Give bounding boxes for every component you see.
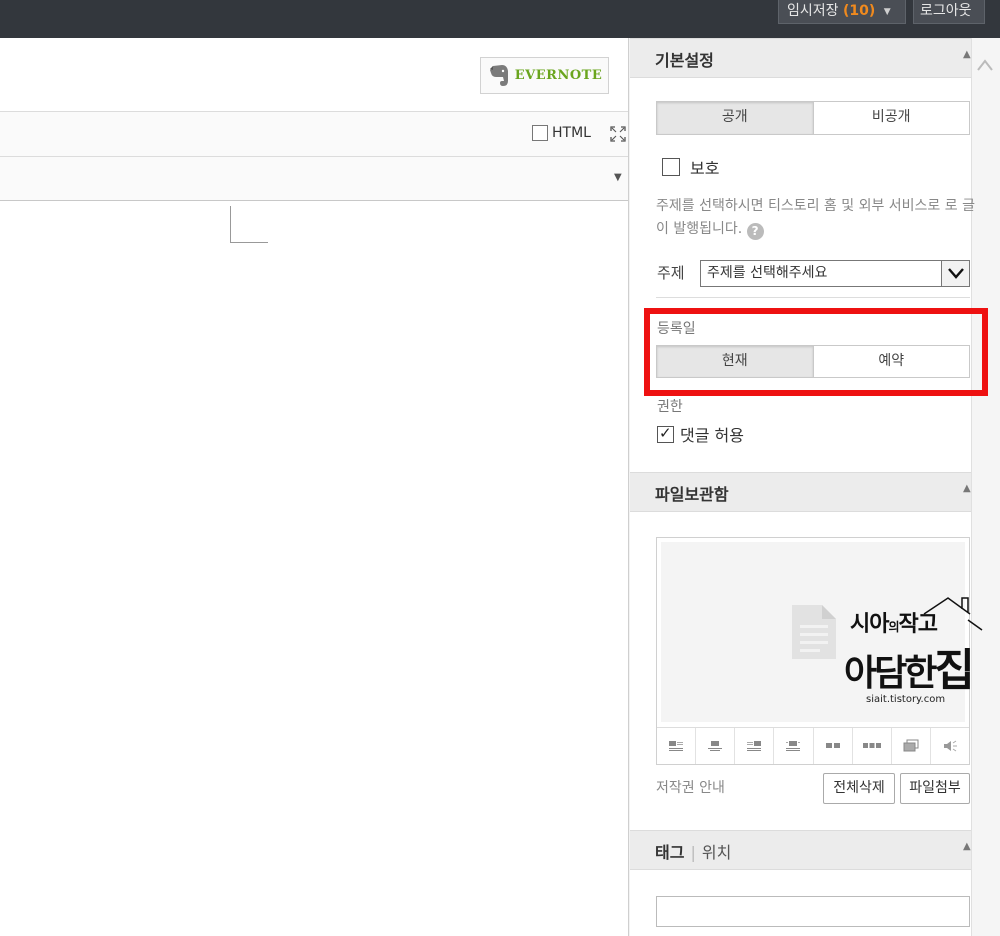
collapse-icon[interactable]: ▲	[963, 49, 971, 60]
audio-icon[interactable]	[931, 728, 969, 764]
protect-toggle[interactable]: 보호	[662, 155, 719, 179]
align-center-icon[interactable]	[696, 728, 736, 764]
evernote-elephant-icon	[489, 64, 508, 86]
watermark-text-b: 의	[888, 620, 899, 634]
align-left-icon[interactable]	[657, 728, 697, 764]
editor-text-cursor	[230, 206, 268, 243]
comment-allow-toggle[interactable]: 댓글 허용	[657, 422, 744, 446]
html-mode-checkbox[interactable]	[532, 125, 548, 141]
permission-label: 권한	[657, 399, 683, 415]
delete-all-button[interactable]: 전체삭제	[823, 773, 895, 804]
tab-location[interactable]: 위치	[702, 843, 731, 862]
editor-toolbar-format: HTML	[0, 112, 628, 157]
editor-toolbar-top: EVERNOTE	[0, 38, 628, 112]
collapse-icon[interactable]: ▲	[963, 483, 971, 494]
file-storage-header[interactable]: 파일보관함 ▲	[630, 472, 971, 512]
html-mode-label: HTML	[552, 125, 591, 141]
temp-save-label: 임시저장	[787, 3, 839, 19]
subject-select-value: 주제를 선택해주세요	[707, 265, 828, 281]
temp-save-count: (10)	[842, 3, 876, 19]
tag-input[interactable]	[656, 896, 970, 927]
settings-divider	[656, 297, 970, 298]
document-icon	[792, 605, 836, 659]
subject-description-text: 주제를 선택하시면 티스토리 홈 및 외부 서비스로 로 글이 발행됩니다.	[656, 198, 975, 237]
watermark-text-big: 집	[934, 645, 975, 696]
two-column-icon[interactable]	[814, 728, 853, 764]
watermark-line2: 아담한집	[844, 634, 975, 698]
subject-label: 주제	[657, 264, 685, 282]
scroll-up-icon[interactable]	[976, 58, 994, 72]
chevron-down-icon[interactable]	[941, 261, 969, 286]
file-storage-title: 파일보관함	[655, 485, 729, 504]
tag-title-group: 태그 | 위치	[655, 843, 732, 862]
blog-watermark: 시아의작고 아담한집 siait.tistory.com	[840, 596, 990, 708]
align-justify-icon[interactable]	[774, 728, 814, 764]
file-insert-toolbar	[657, 727, 969, 764]
align-right-icon[interactable]	[735, 728, 775, 764]
subject-description: 주제를 선택하시면 티스토리 홈 및 외부 서비스로 로 글이 발행됩니다. ?	[656, 195, 976, 241]
basic-settings-title: 기본설정	[655, 51, 714, 70]
logout-button[interactable]: 로그아웃	[913, 0, 985, 24]
temp-save-button[interactable]: 임시저장 (10) ▼	[778, 0, 906, 24]
fullscreen-icon[interactable]	[610, 126, 626, 142]
visibility-private-option[interactable]: 비공개	[813, 102, 969, 134]
comment-allow-label: 댓글 허용	[680, 426, 744, 445]
copyright-guide-link[interactable]: 저작권 안내	[656, 777, 725, 797]
protect-label: 보호	[690, 159, 720, 178]
evernote-button[interactable]: EVERNOTE	[480, 57, 609, 94]
attach-file-button[interactable]: 파일첨부	[900, 773, 970, 804]
evernote-label: EVERNOTE	[514, 68, 603, 83]
help-icon[interactable]: ?	[746, 223, 764, 240]
sidebar-scrollbar[interactable]	[971, 38, 1000, 936]
tag-header[interactable]: 태그 | 위치 ▲	[630, 830, 971, 870]
visibility-toggle[interactable]: 공개 비공개	[656, 101, 970, 135]
tab-tag[interactable]: 태그	[655, 843, 684, 862]
collapse-icon[interactable]: ▲	[963, 841, 971, 852]
visibility-public-option[interactable]: 공개	[657, 102, 814, 134]
html-mode-toggle[interactable]: HTML	[532, 125, 591, 141]
protect-checkbox[interactable]	[662, 158, 680, 176]
caret-down-icon: ▼	[883, 7, 891, 17]
toolbar-more-icon[interactable]: ▼	[614, 172, 622, 183]
subject-select[interactable]: 주제를 선택해주세요	[700, 260, 970, 287]
three-column-icon[interactable]	[853, 728, 892, 764]
gallery-icon[interactable]	[892, 728, 931, 764]
editor-toolbar-font: ▼	[0, 157, 628, 201]
highlight-annotation-box	[644, 308, 988, 396]
watermark-text-main: 아담한	[844, 653, 937, 694]
comment-allow-checkbox[interactable]	[657, 424, 674, 443]
watermark-url: siait.tistory.com	[866, 694, 946, 705]
basic-settings-header[interactable]: 기본설정 ▲	[630, 38, 971, 78]
